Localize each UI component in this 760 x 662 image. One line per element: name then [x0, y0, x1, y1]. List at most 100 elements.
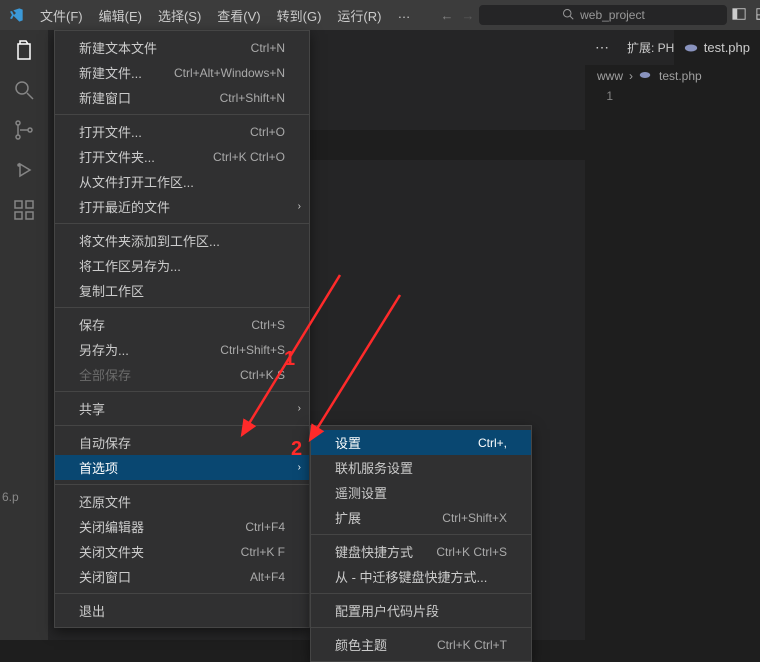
- menu-label: 共享: [79, 399, 285, 418]
- menu-label: 自动保存: [79, 433, 285, 452]
- file-menu-item[interactable]: 还原文件: [55, 489, 309, 514]
- breadcrumb-folder: www: [597, 69, 623, 83]
- menu-run[interactable]: 运行(R): [329, 2, 389, 29]
- tab-test-php[interactable]: test.php: [674, 30, 760, 65]
- menu-label: 新建文件...: [79, 63, 154, 82]
- menu-separator: [55, 593, 309, 594]
- nav-forward-icon[interactable]: →: [461, 8, 474, 23]
- tab-label: test.php: [704, 40, 750, 55]
- file-menu-item[interactable]: 另存为...Ctrl+Shift+S: [55, 337, 309, 362]
- file-menu-item[interactable]: 将文件夹添加到工作区...: [55, 228, 309, 253]
- layout-bottom-icon[interactable]: [756, 7, 760, 24]
- menu-label: 关闭编辑器: [79, 517, 225, 536]
- tab-extension[interactable]: 扩展: PHP Server: [619, 39, 674, 56]
- debug-icon[interactable]: [12, 158, 36, 182]
- layout-left-icon[interactable]: [732, 7, 746, 24]
- file-dropdown-menu: 新建文本文件Ctrl+N 新建文件... Ctrl+Alt+Windows+N 新建窗…: [54, 30, 310, 628]
- menu-label: 关闭窗口: [79, 567, 230, 586]
- file-menu-item[interactable]: 复制工作区: [55, 278, 309, 303]
- menu-shortcut: Alt+F4: [250, 570, 285, 584]
- file-menu-item[interactable]: 新建窗口Ctrl+Shift+N: [55, 85, 309, 110]
- editor-area: ⋯ 扩展: PHP Server test.php www › test.php…: [585, 30, 760, 640]
- menu-view[interactable]: 查看(V): [209, 2, 268, 29]
- file-menu-item[interactable]: 关闭编辑器 Ctrl+F4: [55, 514, 309, 539]
- menu-label: 退出: [79, 601, 285, 620]
- file-menu-item[interactable]: 新建文本文件Ctrl+N: [55, 35, 309, 60]
- menu-overflow[interactable]: …: [389, 2, 418, 29]
- menu-separator: [55, 114, 309, 115]
- line-number-1: 1: [585, 87, 613, 106]
- menu-label: 新建文本文件: [79, 38, 231, 57]
- menu-shortcut: Ctrl+K F: [241, 545, 285, 559]
- explorer-icon[interactable]: [12, 38, 36, 62]
- menu-label: 还原文件: [79, 492, 285, 511]
- menu-shortcut: Ctrl+Shift+N: [220, 91, 285, 105]
- file-menu-item[interactable]: 共享 ›: [55, 396, 309, 421]
- chevron-right-icon: ›: [298, 403, 301, 414]
- pref-submenu-item[interactable]: 键盘快捷方式 Ctrl+K Ctrl+S: [311, 539, 531, 564]
- menu-separator: [55, 484, 309, 485]
- nav-back-icon[interactable]: ←: [440, 8, 453, 23]
- menu-shortcut: Ctrl+O: [250, 125, 285, 139]
- file-menu-item[interactable]: 从文件打开工作区...: [55, 169, 309, 194]
- source-control-icon[interactable]: [12, 118, 36, 142]
- menu-shortcut: Ctrl+Shift+S: [220, 343, 285, 357]
- file-menu-item[interactable]: 将工作区另存为...: [55, 253, 309, 278]
- menu-label: 复制工作区: [79, 281, 285, 300]
- command-center[interactable]: web_project: [478, 4, 728, 26]
- menu-label: 联机服务设置: [335, 458, 507, 477]
- file-menu-item[interactable]: 打开文件夹...Ctrl+K Ctrl+O: [55, 144, 309, 169]
- more-actions-icon[interactable]: ⋯: [595, 39, 609, 56]
- pref-submenu-item[interactable]: 从 - 中迁移键盘快捷方式...: [311, 564, 531, 589]
- breadcrumb[interactable]: www › test.php: [585, 65, 760, 87]
- search-sidebar-icon[interactable]: [12, 78, 36, 102]
- menu-selection[interactable]: 选择(S): [150, 2, 209, 29]
- file-menu-item[interactable]: 新建文件... Ctrl+Alt+Windows+N: [55, 60, 309, 85]
- menu-separator: [311, 593, 531, 594]
- menu-shortcut: Ctrl+K Ctrl+O: [213, 150, 285, 164]
- menu-label: 保存: [79, 315, 231, 334]
- menu-shortcut: Ctrl+Alt+Windows+N: [174, 66, 285, 80]
- file-menu-item[interactable]: 首选项›: [55, 455, 309, 480]
- pref-submenu-item[interactable]: 遥测设置: [311, 480, 531, 505]
- menu-shortcut: Ctrl+K Ctrl+S: [436, 545, 507, 559]
- menu-file[interactable]: 文件(F): [32, 2, 91, 29]
- menu-separator: [55, 307, 309, 308]
- pref-submenu-item[interactable]: 设置 Ctrl+,: [311, 430, 531, 455]
- file-menu-item[interactable]: 关闭文件夹 Ctrl+K F: [55, 539, 309, 564]
- menu-label: 遥测设置: [335, 483, 507, 502]
- menu-label: 打开文件...: [79, 122, 230, 141]
- menu-label: 关闭文件夹: [79, 542, 221, 561]
- line-numbers: 1: [585, 87, 625, 106]
- file-menu-item[interactable]: 退出: [55, 598, 309, 623]
- menu-go[interactable]: 转到(G): [269, 2, 330, 29]
- layout-controls: [732, 7, 760, 24]
- menu-label: 配置用户代码片段: [335, 601, 507, 620]
- menu-shortcut: Ctrl+Shift+X: [442, 511, 507, 525]
- file-menu-item[interactable]: 打开文件... Ctrl+O: [55, 119, 309, 144]
- search-label: web_project: [580, 8, 645, 22]
- menu-label: 全部保存: [79, 365, 220, 384]
- menu-label: 首选项: [79, 458, 285, 477]
- activitybar: [0, 30, 48, 640]
- pref-submenu-item[interactable]: 联机服务设置: [311, 455, 531, 480]
- menu-label: 设置: [335, 433, 458, 452]
- file-menu-item[interactable]: 打开最近的文件›: [55, 194, 309, 219]
- menu-shortcut: Ctrl+,: [478, 436, 507, 450]
- file-menu-item[interactable]: 全部保存Ctrl+K S: [55, 362, 309, 387]
- pref-submenu-item[interactable]: 扩展 Ctrl+Shift+X: [311, 505, 531, 530]
- extensions-icon[interactable]: [12, 198, 36, 222]
- pref-submenu-item[interactable]: 颜色主题Ctrl+K Ctrl+T: [311, 632, 531, 657]
- menu-label: 扩展: [335, 508, 422, 527]
- menu-edit[interactable]: 编辑(E): [91, 2, 150, 29]
- menu-label: 打开最近的文件: [79, 197, 285, 216]
- search-icon: [562, 8, 574, 23]
- pref-submenu-item[interactable]: 配置用户代码片段: [311, 598, 531, 623]
- file-menu-item[interactable]: 自动保存: [55, 430, 309, 455]
- menubar: 文件(F) 编辑(E) 选择(S) 查看(V) 转到(G) 运行(R) …: [32, 2, 418, 29]
- file-menu-item[interactable]: 关闭窗口 Alt+F4: [55, 564, 309, 589]
- file-menu-item[interactable]: 保存Ctrl+S: [55, 312, 309, 337]
- menu-shortcut: Ctrl+F4: [245, 520, 285, 534]
- menu-label: 从 - 中迁移键盘快捷方式...: [335, 567, 507, 586]
- menu-label: 键盘快捷方式: [335, 542, 416, 561]
